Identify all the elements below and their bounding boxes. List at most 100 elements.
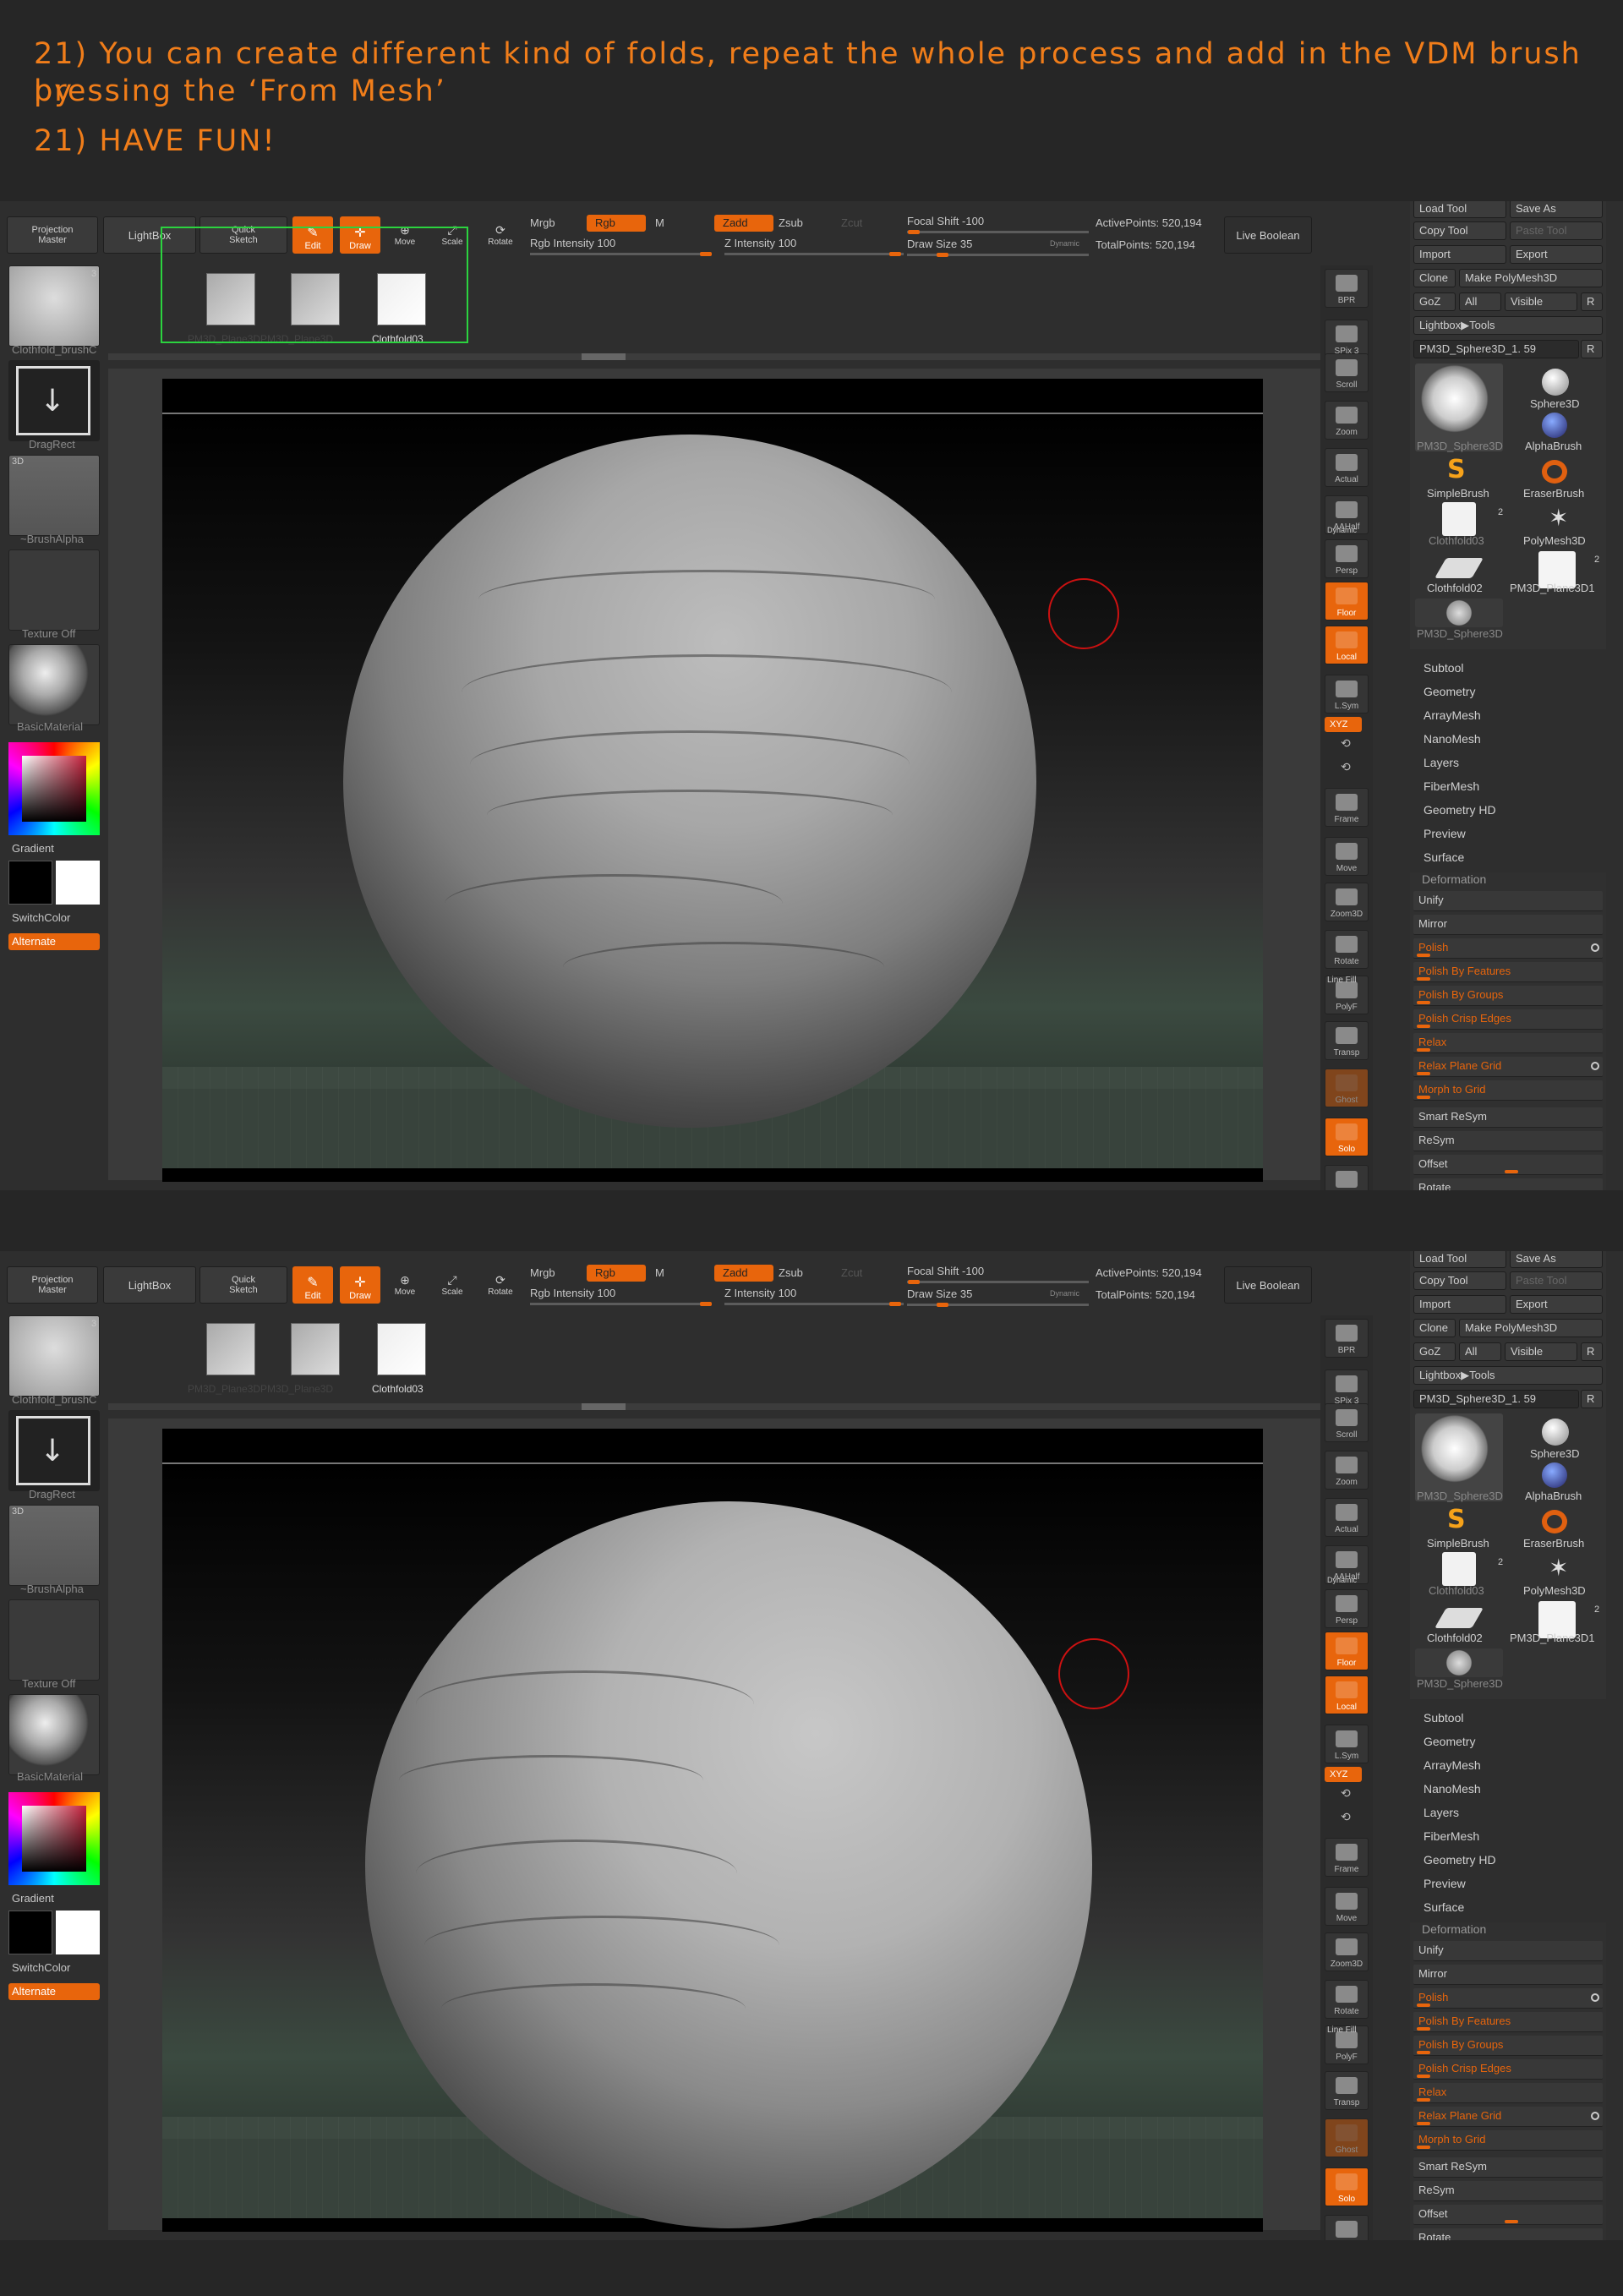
draw-size-track[interactable]	[907, 254, 1089, 256]
tool-floor[interactable]: Floor	[1325, 582, 1369, 620]
main-color-swatch[interactable]	[8, 1911, 52, 1954]
deformation-relax[interactable]: Relax	[1413, 2083, 1603, 2103]
tool-zoom3d[interactable]: Zoom3D	[1325, 883, 1369, 921]
tool-rotate[interactable]: Rotate	[1325, 930, 1369, 969]
color-picker-square[interactable]	[22, 756, 86, 822]
tool-local[interactable]: Local	[1325, 1676, 1369, 1714]
tool-tile-eraserbrush[interactable]	[1542, 1510, 1567, 1533]
rgb-intensity-knob[interactable]	[700, 252, 712, 256]
menu-item-geometry[interactable]: Geometry	[1424, 685, 1475, 698]
menu-item-subtool[interactable]: Subtool	[1424, 661, 1463, 675]
deformation-polish-by-groups[interactable]: Polish By Groups	[1413, 2036, 1603, 2056]
tool-move[interactable]: Move	[1325, 837, 1369, 876]
tool-persp[interactable]: Persp	[1325, 539, 1369, 578]
z-intensity-knob[interactable]	[889, 252, 901, 256]
deformation-relax-plane-grid[interactable]: Relax Plane Grid	[1413, 2107, 1603, 2127]
stroke-tile[interactable]: ↓	[8, 1410, 100, 1491]
draw-size-slider[interactable]: Draw Size 35	[907, 1287, 972, 1300]
clone-button[interactable]: Clone	[1413, 1319, 1456, 1337]
tool-tile-pm3d-sphere[interactable]	[1415, 364, 1503, 451]
tray-divider[interactable]	[108, 353, 1323, 360]
menu-item-arraymesh[interactable]: ArrayMesh	[1424, 1758, 1481, 1772]
tool-transp[interactable]: Transp	[1325, 2071, 1369, 2110]
color-picker-square[interactable]	[22, 1806, 86, 1872]
tool-l-sym[interactable]: L.Sym	[1325, 675, 1369, 713]
all-button[interactable]: All	[1459, 1342, 1501, 1361]
tool-bpr[interactable]: BPR	[1325, 269, 1369, 308]
menu-item-layers[interactable]: Layers	[1424, 756, 1459, 769]
brush-cursor[interactable]	[1048, 578, 1119, 649]
load-tool-button[interactable]: Load Tool	[1413, 1251, 1506, 1268]
sculpted-sphere[interactable]	[365, 1501, 1092, 2228]
simplebrush-icon[interactable]: S	[1447, 455, 1466, 484]
draw-button[interactable]: ✛ Draw	[340, 1266, 380, 1304]
draw-size-knob[interactable]	[937, 253, 948, 257]
deformation-unify[interactable]: Unify	[1413, 891, 1603, 911]
deformation-slider-knob[interactable]	[1417, 2098, 1430, 2102]
brush-thumb-plane-2[interactable]	[291, 1323, 340, 1375]
sculpted-sphere[interactable]	[343, 435, 1036, 1128]
tool-scroll[interactable]: Scroll	[1325, 353, 1369, 392]
tool-actual[interactable]: Actual	[1325, 448, 1369, 487]
lightbox-button[interactable]: LightBox	[103, 1266, 196, 1304]
texture-tile[interactable]	[8, 549, 100, 631]
deformation-polish-by-features[interactable]: Polish By Features	[1413, 962, 1603, 982]
focal-shift-track[interactable]	[907, 231, 1089, 233]
menu-item-fibermesh[interactable]: FiberMesh	[1424, 779, 1479, 793]
live-boolean-button[interactable]: Live Boolean	[1224, 1266, 1312, 1304]
circle-icon[interactable]	[1591, 1062, 1599, 1070]
tool-local[interactable]: Local	[1325, 626, 1369, 664]
tool-tile-eraserbrush[interactable]	[1542, 460, 1567, 484]
current-tool-slider[interactable]: PM3D_Sphere3D_1. 59	[1413, 340, 1579, 358]
brush-thumb-clothfold03[interactable]	[377, 1323, 426, 1375]
tool-zoom[interactable]: Zoom	[1325, 1451, 1369, 1490]
gradient-label[interactable]: Gradient	[12, 842, 54, 855]
menu-item-geometry[interactable]: Geometry	[1424, 1735, 1475, 1748]
switch-color-button[interactable]: SwitchColor	[12, 911, 70, 924]
deformation-slider-knob[interactable]	[1417, 2027, 1430, 2031]
deformation-offset[interactable]: Offset	[1413, 2205, 1603, 2225]
deformation-slider-knob[interactable]	[1417, 1001, 1430, 1004]
deformation-slider-knob[interactable]	[1417, 954, 1430, 957]
import-button[interactable]: Import	[1413, 245, 1506, 264]
tool-move[interactable]: Move	[1325, 1887, 1369, 1926]
deformation-mirror[interactable]: Mirror	[1413, 915, 1603, 935]
tool-zoom[interactable]: Zoom	[1325, 401, 1369, 440]
save-as-button[interactable]: Save As	[1510, 201, 1603, 218]
rgb-intensity-track[interactable]	[530, 253, 712, 255]
rgb-intensity-slider[interactable]: Rgb Intensity 100	[530, 237, 615, 249]
current-tool-r-button[interactable]: R	[1581, 1390, 1603, 1408]
tool-tile-alphabrush[interactable]	[1542, 1462, 1567, 1488]
tool-tile-pm3d-sphere-2[interactable]	[1415, 599, 1503, 627]
rgb-intensity-slider[interactable]: Rgb Intensity 100	[530, 1287, 615, 1299]
deformation-morph-to-grid[interactable]: Morph to Grid	[1413, 1080, 1603, 1101]
tool-ghost[interactable]: Ghost	[1325, 2118, 1369, 2157]
simplebrush-icon[interactable]: S	[1447, 1505, 1466, 1534]
tool-tile-alphabrush[interactable]	[1542, 413, 1567, 438]
export-button[interactable]: Export	[1510, 245, 1603, 264]
export-button[interactable]: Export	[1510, 1295, 1603, 1314]
dynamic-label[interactable]: Dynamic	[1050, 1289, 1079, 1298]
menu-item-geometry-hd[interactable]: Geometry HD	[1424, 803, 1496, 817]
deformation-slider-knob[interactable]	[1417, 977, 1430, 981]
live-boolean-button[interactable]: Live Boolean	[1224, 216, 1312, 254]
tray-handle[interactable]	[582, 1403, 626, 1410]
brush-cursor[interactable]	[1058, 1638, 1129, 1709]
deformation-title[interactable]: Deformation	[1422, 1922, 1486, 1936]
secondary-color-swatch[interactable]	[56, 1911, 100, 1954]
secondary-color-swatch[interactable]	[56, 861, 100, 905]
zcut-toggle[interactable]: Zcut	[841, 1266, 862, 1279]
brush-tile[interactable]	[8, 1315, 100, 1397]
draw-size-knob[interactable]	[937, 1303, 948, 1307]
tool-xpose[interactable]: Xpose	[1325, 2215, 1369, 2240]
deformation-polish-by-features[interactable]: Polish By Features	[1413, 2012, 1603, 2032]
material-tile[interactable]	[8, 644, 100, 725]
tool-bpr[interactable]: BPR	[1325, 1319, 1369, 1358]
tool-solo[interactable]: Solo	[1325, 2168, 1369, 2206]
edit-button[interactable]: ✎ Edit	[292, 1266, 333, 1304]
focal-shift-knob[interactable]	[908, 230, 920, 234]
redo-icon[interactable]: ⟲	[1341, 761, 1351, 774]
dynamic-label[interactable]: Dynamic	[1050, 239, 1079, 248]
rotate-button[interactable]: ⟳ Rotate	[482, 1266, 519, 1304]
polymesh3d-icon[interactable]: ✶	[1549, 1554, 1568, 1582]
